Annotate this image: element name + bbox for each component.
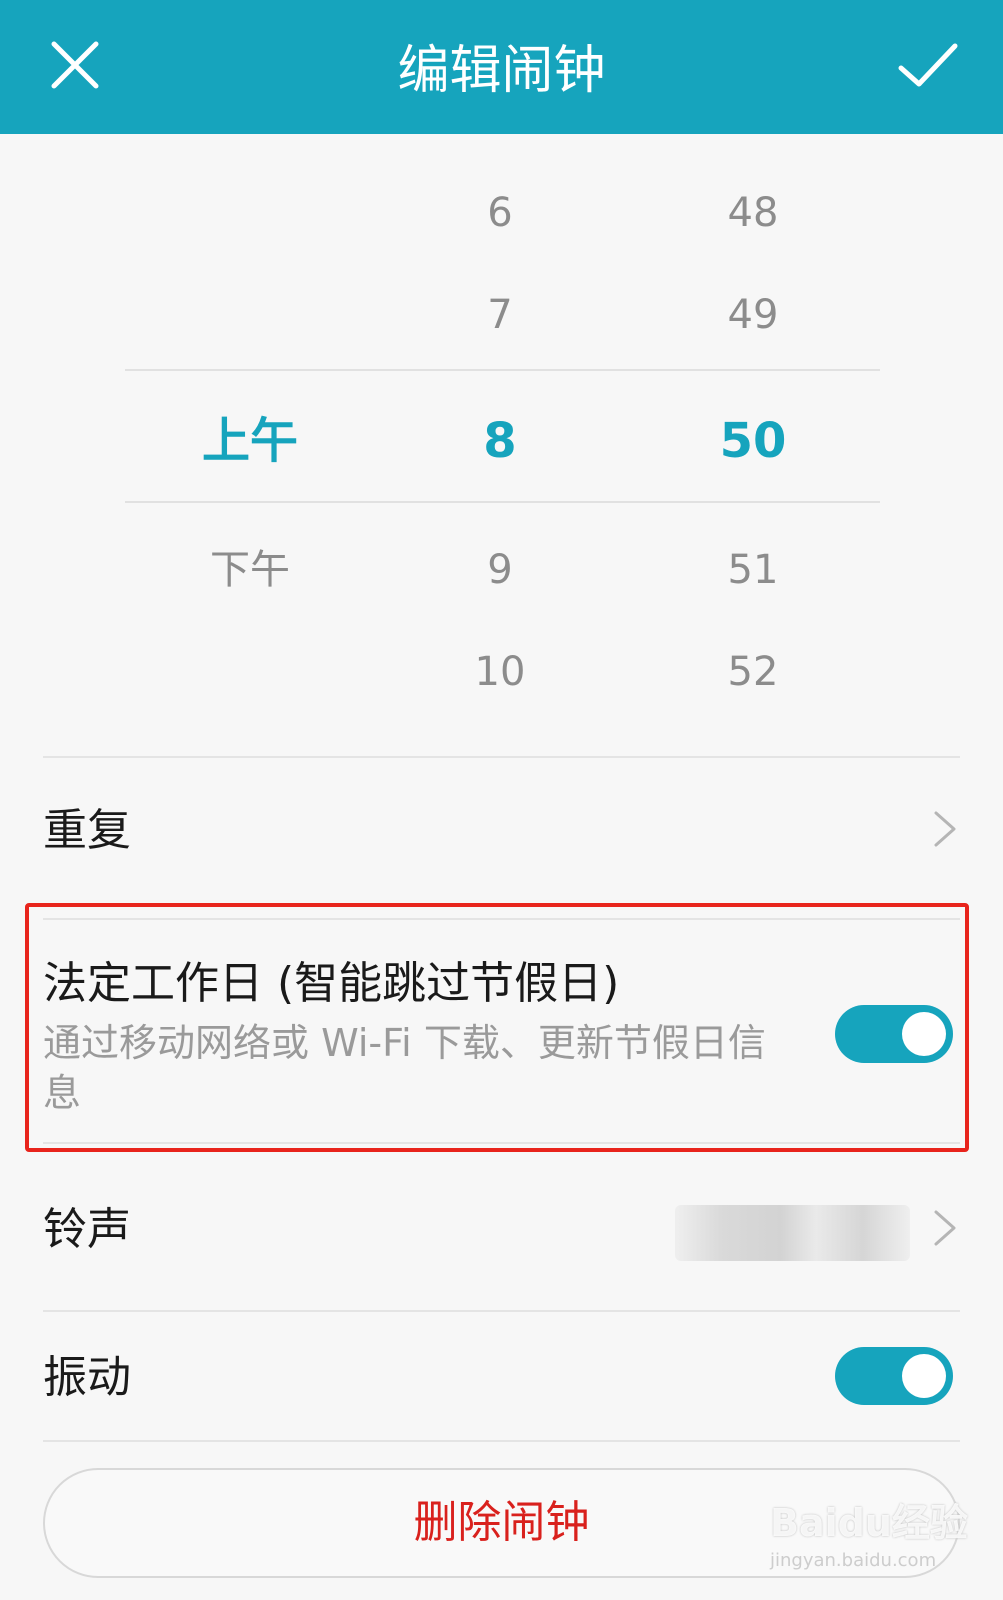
minute-item: 52 [727, 649, 779, 695]
ampm-selected: 上午 [201, 413, 298, 469]
time-picker: 上午 下午 6 7 8 9 10 48 49 50 51 52 [0, 134, 1003, 754]
minute-item: 49 [727, 292, 779, 338]
toggle-knob [902, 1354, 946, 1398]
watermark-url: jingyan.baidu.com [770, 1550, 937, 1571]
hour-item: 9 [487, 547, 513, 593]
chevron-right-icon [930, 1206, 960, 1250]
ampm-item: 下午 [210, 547, 290, 593]
repeat-label: 重复 [43, 805, 131, 856]
hour-item: 7 [487, 292, 513, 338]
picker-selection-line-top [125, 369, 880, 371]
ringtone-value-blurred [675, 1205, 910, 1261]
minute-item: 48 [727, 190, 779, 236]
watermark-logo: Baidu经验 jingyan.baidu.com [770, 1492, 980, 1582]
ringtone-label: 铃声 [43, 1204, 131, 1255]
ampm-wheel[interactable]: 上午 下午 [125, 134, 375, 754]
minute-wheel[interactable]: 48 49 50 51 52 [628, 134, 878, 754]
app-header: 编辑闹钟 [0, 0, 1003, 134]
hour-item: 10 [474, 649, 526, 695]
picker-selection-line-bottom [125, 501, 880, 503]
page-title: 编辑闹钟 [397, 41, 606, 101]
vibrate-toggle[interactable] [835, 1347, 953, 1405]
check-icon[interactable] [893, 30, 963, 100]
vibrate-label: 振动 [43, 1352, 131, 1403]
minute-item: 51 [727, 547, 779, 593]
hour-item: 6 [487, 190, 513, 236]
hour-wheel[interactable]: 6 7 8 9 10 [375, 134, 625, 754]
highlight-annotation [25, 903, 969, 1152]
hour-selected: 8 [483, 413, 517, 469]
minute-selected: 50 [719, 413, 787, 469]
repeat-row[interactable]: 重复 [0, 758, 1003, 900]
chevron-right-icon [930, 807, 960, 851]
divider [43, 1440, 960, 1442]
watermark-text: Baidu经验 [770, 1501, 968, 1545]
